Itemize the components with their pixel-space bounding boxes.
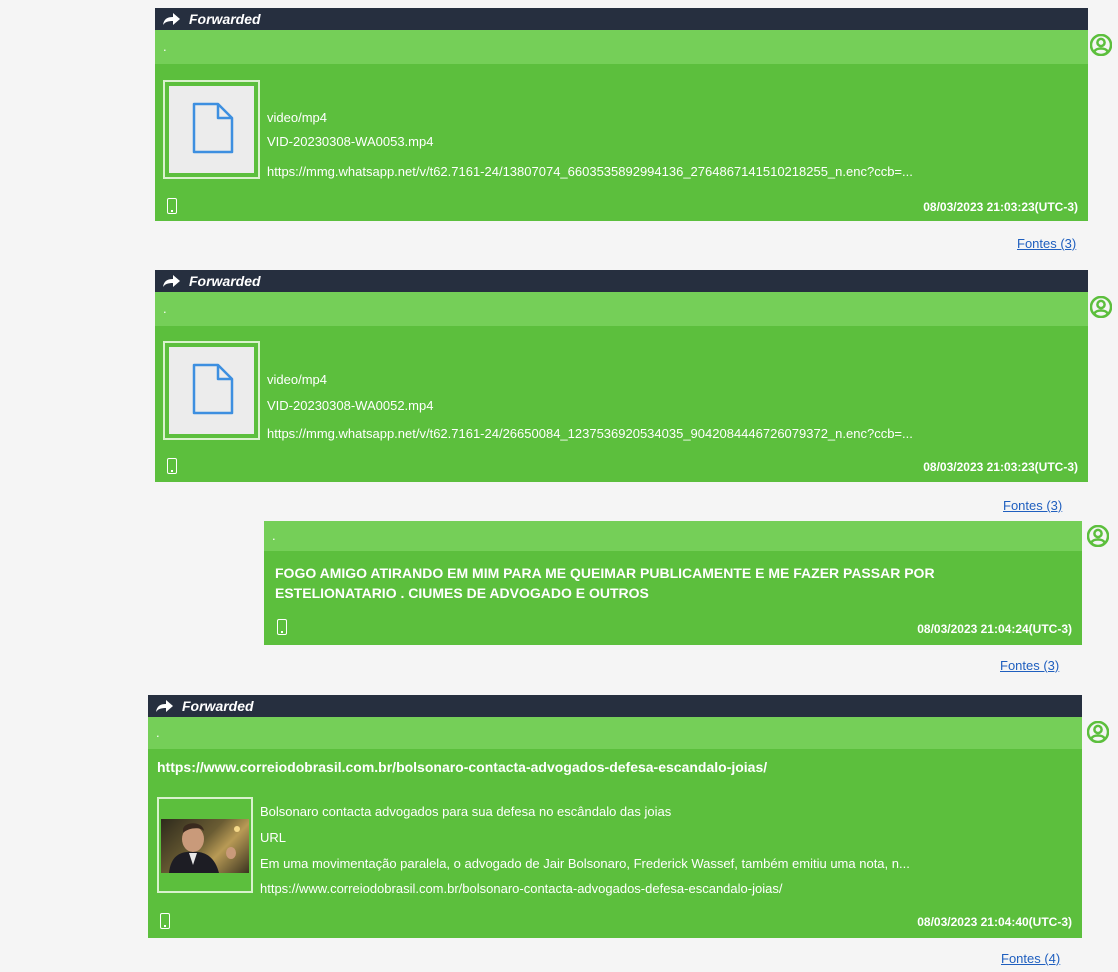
message-link[interactable]: https://www.correiodobrasil.com.br/bolso…: [157, 757, 767, 777]
message-bubble: . video/mp4 VID-20230308-WA0052.mp4 http…: [155, 292, 1088, 482]
preview-photo: [161, 819, 249, 873]
forward-arrow-icon: [156, 700, 173, 712]
message-timestamp: 08/03/2023 21:03:23(UTC-3): [923, 460, 1078, 474]
avatar-icon: [1090, 34, 1112, 56]
message-timestamp: 08/03/2023 21:04:24(UTC-3): [917, 622, 1072, 636]
message-top-strip: .: [264, 521, 1082, 551]
phone-icon: [167, 458, 177, 474]
attachment-filename: VID-20230308-WA0052.mp4: [267, 398, 434, 413]
avatar-icon: [1087, 721, 1109, 743]
message-timestamp: 08/03/2023 21:04:40(UTC-3): [917, 915, 1072, 929]
sources-link[interactable]: Fontes (3): [1017, 236, 1076, 251]
forwarded-header: Forwarded: [148, 695, 1082, 717]
forward-arrow-icon: [163, 275, 180, 287]
message-dot: .: [163, 39, 167, 54]
message-dot: .: [272, 528, 276, 543]
phone-icon: [160, 913, 170, 929]
file-icon: [192, 102, 234, 154]
message-dot: .: [163, 301, 167, 316]
attachment-mime: video/mp4: [267, 110, 327, 125]
message-top-strip: .: [148, 717, 1082, 749]
preview-description: Em uma movimentação paralela, o advogado…: [260, 856, 910, 871]
message-bubble: . FOGO AMIGO ATIRANDO EM MIM PARA ME QUE…: [264, 521, 1082, 645]
forwarded-label: Forwarded: [189, 273, 261, 289]
preview-url[interactable]: https://www.correiodobrasil.com.br/bolso…: [260, 881, 782, 896]
forwarded-header: Forwarded: [155, 8, 1088, 30]
avatar-icon: [1087, 525, 1109, 547]
file-icon: [192, 363, 234, 415]
message-dot: .: [156, 725, 160, 740]
forward-arrow-icon: [163, 13, 180, 25]
sources-link[interactable]: Fontes (4): [1001, 951, 1060, 966]
attachment-url[interactable]: https://mmg.whatsapp.net/v/t62.7161-24/1…: [267, 164, 913, 179]
attachment-filename: VID-20230308-WA0053.mp4: [267, 134, 434, 149]
forwarded-label: Forwarded: [189, 11, 261, 27]
sources-link[interactable]: Fontes (3): [1003, 498, 1062, 513]
preview-type: URL: [260, 830, 287, 845]
message-bubble: . https://www.correiodobrasil.com.br/bol…: [148, 717, 1082, 938]
link-preview-thumbnail[interactable]: [157, 797, 253, 893]
forwarded-header: Forwarded: [155, 270, 1088, 292]
avatar-icon: [1090, 296, 1112, 318]
message-bubble: . video/mp4 VID-20230308-WA0053.mp4 http…: [155, 30, 1088, 221]
message-timestamp: 08/03/2023 21:03:23(UTC-3): [923, 200, 1078, 214]
file-thumbnail[interactable]: [163, 80, 260, 179]
attachment-mime: video/mp4: [267, 372, 327, 387]
attachment-url[interactable]: https://mmg.whatsapp.net/v/t62.7161-24/2…: [267, 426, 913, 441]
message-text-line: FOGO AMIGO ATIRANDO EM MIM PARA ME QUEIM…: [275, 565, 935, 581]
forwarded-label: Forwarded: [182, 698, 254, 714]
message-top-strip: .: [155, 30, 1088, 64]
preview-title: Bolsonaro contacta advogados para sua de…: [260, 804, 672, 819]
file-thumbnail[interactable]: [163, 341, 260, 440]
sources-link[interactable]: Fontes (3): [1000, 658, 1059, 673]
message-top-strip: .: [155, 292, 1088, 326]
message-text-line: ESTELIONATARIO . CIUMES DE ADVOGADO E OU…: [275, 585, 649, 601]
phone-icon: [167, 198, 177, 214]
person-photo-icon: [169, 823, 240, 873]
phone-icon: [277, 619, 287, 635]
